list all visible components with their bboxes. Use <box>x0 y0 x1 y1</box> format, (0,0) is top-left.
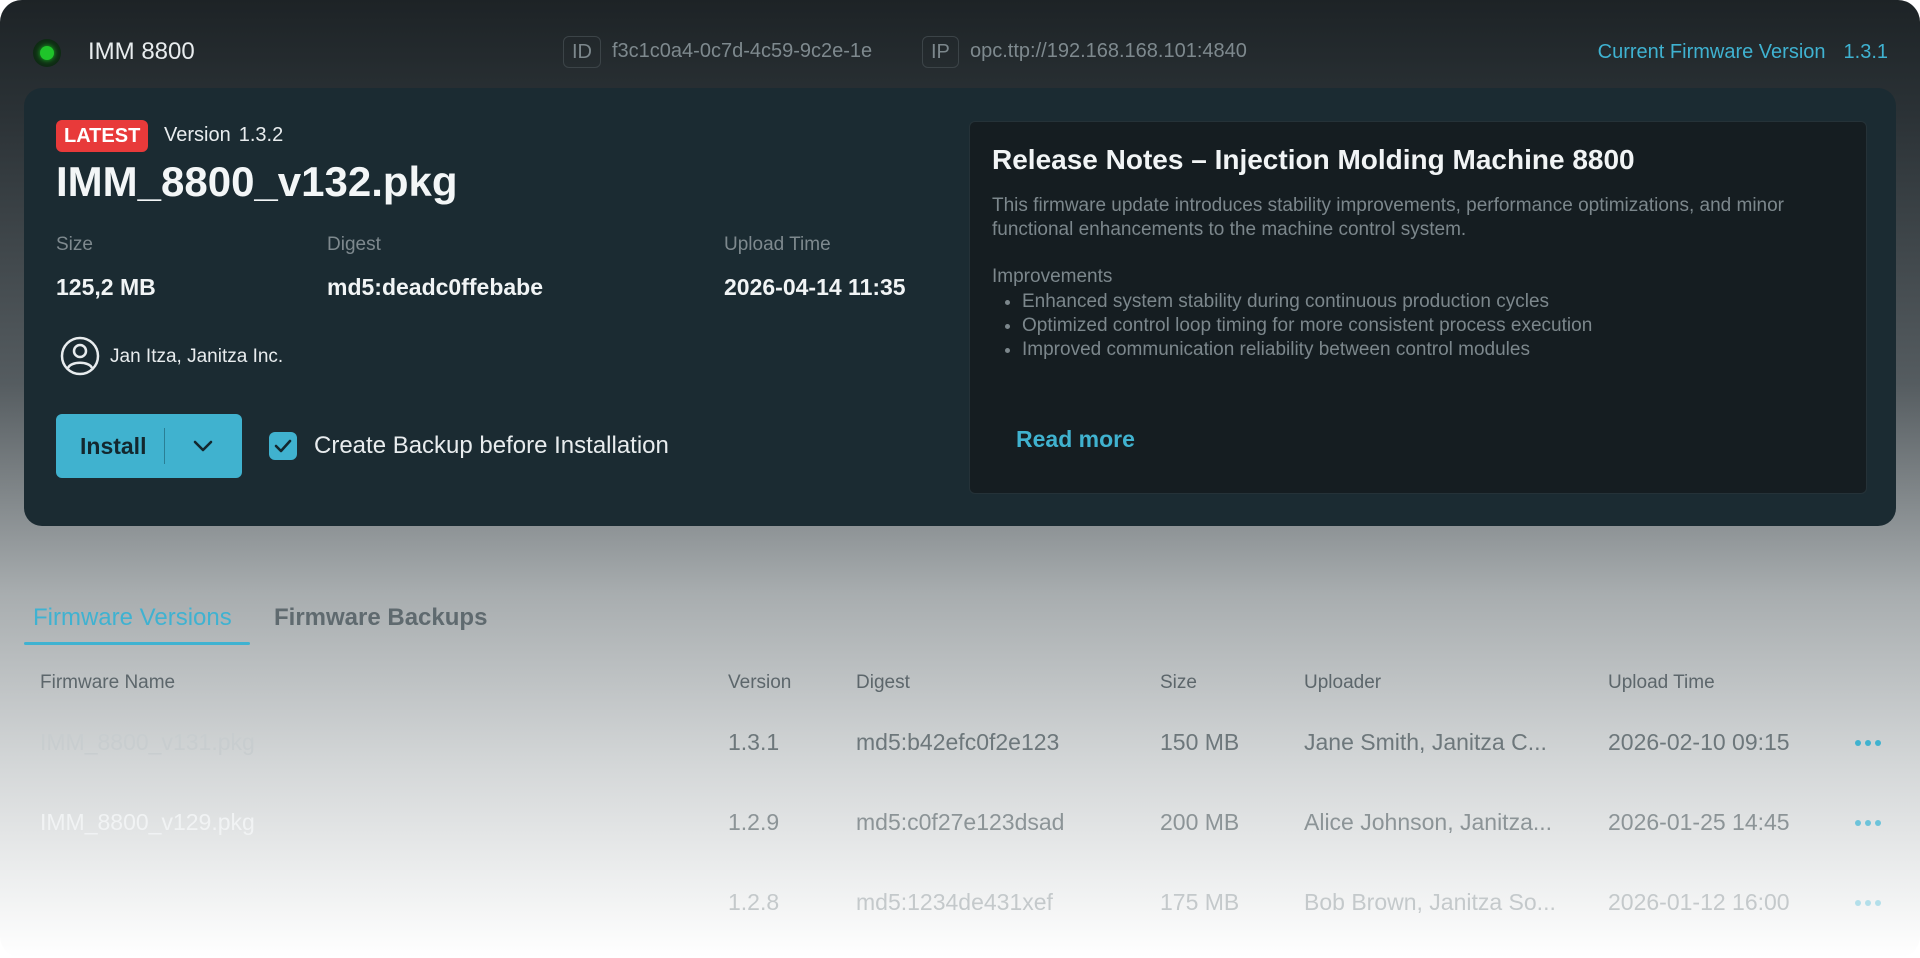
row-digest: md5:b42efc0f2e123 <box>856 729 1060 755</box>
row-size: 150 MB <box>1160 729 1240 755</box>
version-line: Version 1.3.2 <box>164 124 283 147</box>
digest-label: Digest <box>327 234 381 255</box>
release-notes-intro: This firmware update introduces stabilit… <box>992 195 1784 240</box>
size-value: 125,2 MB <box>56 274 156 300</box>
row-firmware-name: IMM_8800_v131.pkg <box>40 729 255 755</box>
more-options-icon[interactable] <box>1850 737 1886 749</box>
uploader-name: Jan Itza, Janitza Inc. <box>110 346 284 367</box>
more-options-icon[interactable] <box>1850 817 1886 829</box>
row-upload-time: 2026-02-10 09:15 <box>1608 729 1790 755</box>
row-uploader: Bob Brown, Janitza So... <box>1304 889 1556 915</box>
latest-badge: LATEST <box>56 120 149 152</box>
install-label[interactable]: Install <box>56 433 164 460</box>
release-notes-panel: Release Notes – Injection Molding Machin… <box>969 121 1867 494</box>
backup-checkbox[interactable] <box>269 432 297 460</box>
install-options-button[interactable] <box>165 414 241 478</box>
tab-firmware-backups[interactable]: Firmware Backups <box>274 604 487 632</box>
current-firmware-value: 1.3.1 <box>1843 41 1888 63</box>
row-size: 175 MB <box>1160 889 1240 915</box>
row-digest: md5:1234de431xef <box>856 889 1053 915</box>
digest-value: md5:deadc0ffebabe <box>327 274 544 300</box>
read-more-link[interactable]: Read more <box>1016 426 1135 453</box>
online-status-icon <box>33 39 61 67</box>
table-row[interactable]: 1.2.8 md5:1234de431xef 175 MB Bob Brown,… <box>24 889 1896 949</box>
row-version: 1.3.1 <box>728 729 780 755</box>
machine-ip: opc.ttp://192.168.168.101:4840 <box>970 40 1247 62</box>
active-tab-indicator <box>24 642 250 645</box>
chevron-down-icon <box>193 440 213 452</box>
user-avatar-icon <box>60 336 100 376</box>
latest-firmware-card: LATEST Version 1.3.2 IMM_8800_v132.pkg Si… <box>24 88 1896 526</box>
checkmark-icon <box>274 439 292 453</box>
row-firmware-name: IMM_8800_v129.pkg <box>40 809 255 835</box>
row-version: 1.2.9 <box>728 809 780 835</box>
tab-bar: Firmware Versions Firmware Backups <box>24 590 624 645</box>
ip-label: IP <box>922 36 959 68</box>
row-digest: md5:c0f27e123dsad <box>856 809 1065 835</box>
release-note-item: Enhanced system stability during continu… <box>1022 290 1842 314</box>
firmware-window: IMM 8800 ID f3c1c0a4-0c7d-4c59-9c2e-1e I… <box>0 0 1920 958</box>
row-version: 1.2.8 <box>728 889 780 915</box>
header-bar: IMM 8800 ID f3c1c0a4-0c7d-4c59-9c2e-1e I… <box>0 0 1920 88</box>
table-row[interactable]: IMM_8800_v129.pkg 1.2.9 md5:c0f27e123dsa… <box>24 809 1896 869</box>
row-uploader: Alice Johnson, Janitza... <box>1304 809 1553 835</box>
size-label: Size <box>56 234 93 255</box>
machine-id: f3c1c0a4-0c7d-4c59-9c2e-1e <box>612 40 873 62</box>
id-label: ID <box>563 36 601 68</box>
table-row[interactable]: IMM_8800_v131.pkg 1.3.1 md5:b42efc0f2e12… <box>24 729 1896 789</box>
tab-firmware-versions[interactable]: Firmware Versions <box>33 604 232 632</box>
release-note-item: Optimized control loop timing for more c… <box>1022 314 1842 338</box>
row-uploader: Jane Smith, Janitza C... <box>1304 729 1547 755</box>
column-header-name: Firmware Name <box>40 672 176 693</box>
release-note-item: Improved communication reliability betwe… <box>1022 338 1842 362</box>
version-label: Version <box>164 124 231 146</box>
row-size: 200 MB <box>1160 809 1240 835</box>
package-title: IMM_8800_v132.pkg <box>56 158 458 205</box>
column-header-version: Version <box>728 672 792 693</box>
release-notes-list: Enhanced system stability during continu… <box>1022 290 1842 362</box>
release-notes-subheading: Improvements <box>992 266 1113 287</box>
backup-checkbox-label[interactable]: Create Backup before Installation <box>314 432 669 460</box>
row-upload-time: 2026-01-12 16:00 <box>1608 889 1790 915</box>
more-options-icon[interactable] <box>1850 897 1886 909</box>
install-button[interactable]: Install <box>56 414 242 478</box>
upload-time-value: 2026-04-14 11:35 <box>724 274 906 300</box>
release-notes-title: Release Notes – Injection Molding Machin… <box>992 144 1635 175</box>
version-value: 1.3.2 <box>238 124 284 146</box>
column-header-digest: Digest <box>856 672 910 693</box>
upload-time-label: Upload Time <box>724 234 831 255</box>
column-header-size: Size <box>1160 672 1197 693</box>
machine-name: IMM 8800 <box>88 38 195 65</box>
current-firmware: Current Firmware Version 1.3.1 <box>1598 41 1888 64</box>
current-firmware-label: Current Firmware Version <box>1597 41 1826 63</box>
column-header-upload-time: Upload Time <box>1608 672 1715 693</box>
column-header-uploader: Uploader <box>1304 672 1382 693</box>
row-upload-time: 2026-01-25 14:45 <box>1608 809 1790 835</box>
